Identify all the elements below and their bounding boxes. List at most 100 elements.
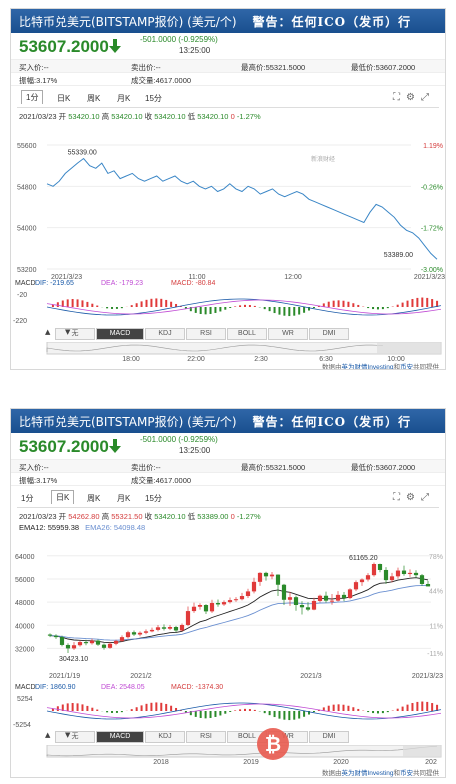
quote-title: 比特币兑美元(BITSTAMP报价) (美元/个)	[19, 14, 237, 29]
y-tick-label: 53200	[17, 267, 37, 274]
macd-bar	[135, 303, 138, 307]
tab-weekly[interactable]: 周K	[87, 493, 100, 504]
tab-monthly[interactable]: 月K	[117, 93, 130, 104]
ema12-value: EMA12: 55959.38	[19, 523, 80, 532]
macd-bar	[288, 307, 291, 317]
macd-bar	[115, 307, 118, 309]
tab-weekly[interactable]: 周K	[87, 93, 100, 104]
warning-text: 警告：任何ICO（发币）行	[252, 414, 412, 429]
ohlc-open: 54262.80	[68, 512, 100, 521]
tab-15min[interactable]: 15分	[145, 493, 162, 504]
macd-bar	[401, 706, 404, 711]
macd-bar	[367, 307, 370, 309]
indicator-kdj[interactable]: KDJ	[145, 328, 185, 340]
candle-body	[119, 637, 125, 641]
candle-body	[425, 583, 431, 587]
indicator-无[interactable]: 无	[55, 731, 95, 743]
indicator-无[interactable]: 无	[55, 328, 95, 340]
macd-bar	[342, 704, 345, 711]
stats-table: 买入价:-- 卖出价:-- 最高价:55321.5000 最低价:53607.2…	[11, 460, 445, 486]
macd-bar	[288, 711, 291, 721]
min-annotation: 30423.10	[59, 656, 88, 663]
indicator-kdj[interactable]: KDJ	[145, 731, 185, 743]
settings-icon[interactable]: ⚙	[406, 92, 421, 103]
macd-bar	[386, 711, 389, 713]
macd-bar	[327, 705, 330, 711]
macd-bar	[312, 711, 315, 713]
price-row: 53607.2000 -501.0000 (-0.9259%) 13:25:00	[11, 433, 445, 460]
candle-body	[167, 627, 173, 629]
macd-value: MACD: -1374.30	[171, 684, 223, 691]
indicator-dmi[interactable]: DMI	[309, 328, 349, 340]
macd-bar	[352, 303, 355, 307]
navigator-time: 18:00	[122, 356, 140, 362]
indicator-macd[interactable]: MACD	[96, 731, 144, 743]
macd-bar	[248, 305, 251, 307]
macd-bar	[209, 711, 212, 718]
macd-bar	[426, 297, 429, 307]
macd-bar	[406, 704, 409, 711]
fullscreen-icon[interactable]: ⛶	[393, 92, 406, 103]
expand-icon[interactable]: ⤢	[421, 92, 435, 103]
pct-tick-label: 1.19%	[423, 143, 443, 150]
nav-down[interactable]: ▼	[65, 731, 70, 739]
macd-y-top: -20	[17, 292, 27, 299]
tab-15min[interactable]: 15分	[145, 93, 162, 104]
indicator-wr[interactable]: WR	[268, 328, 308, 340]
tab-1min[interactable]: 1分	[21, 493, 33, 504]
footer-suffix: 共同提供	[413, 770, 439, 777]
expand-icon[interactable]: ⤢	[421, 492, 435, 503]
indicator-rsi[interactable]: RSI	[186, 328, 226, 340]
max-annotation: 61165.20	[349, 555, 378, 562]
quote-panel-intraday: 比特币兑美元(BITSTAMP报价) (美元/个) 警告：任何ICO（发币）行 …	[10, 8, 446, 370]
tab-daily[interactable]: 日K	[57, 93, 70, 104]
y-tick-label: 56000	[15, 577, 35, 584]
navigator-bar[interactable]: 2018 2019 2020 202	[11, 745, 445, 765]
macd-bar	[421, 297, 424, 307]
macd-bar	[106, 307, 109, 309]
macd-bar	[170, 301, 173, 307]
pct-tick-label: -11%	[427, 651, 443, 658]
amplitude: 振幅:3.17%	[19, 476, 58, 485]
macd-bar	[199, 307, 202, 314]
navigator-bar[interactable]: 18:00 22:00 2:30 6:30 10:00	[11, 342, 445, 362]
ohlc-percent: -1.27%	[236, 512, 261, 521]
macd-bar	[234, 306, 237, 307]
indicator-boll[interactable]: BOLL	[227, 328, 267, 340]
footer-brand2-link[interactable]: 币安	[400, 364, 413, 369]
candle-body	[299, 605, 305, 608]
candle-body	[395, 570, 401, 577]
ohlc-high: 55321.50	[111, 512, 143, 521]
indicator-dmi[interactable]: DMI	[309, 731, 349, 743]
indicator-macd[interactable]: MACD	[96, 328, 144, 340]
nav-down[interactable]: ▼	[65, 328, 70, 336]
indicator-rsi[interactable]: RSI	[186, 731, 226, 743]
daily-candlestick-chart[interactable]: 64000 56000 48000 40000 32000 78% 44% 11% -11% 61…	[11, 546, 445, 680]
fullscreen-icon[interactable]: ⛶	[393, 492, 406, 503]
macd-bar	[376, 307, 379, 310]
macd-bar	[367, 711, 370, 713]
candle-body	[401, 570, 407, 575]
macd-bar	[214, 307, 217, 313]
tab-monthly[interactable]: 月K	[117, 493, 130, 504]
nav-play[interactable]: ▲	[45, 328, 50, 336]
footer-brand-link[interactable]: 英为财情Investing	[341, 770, 393, 777]
candle-body	[203, 605, 209, 612]
tab-1min[interactable]: 1分	[21, 90, 44, 104]
macd-bar	[219, 711, 222, 716]
toolbar-icons: ⛶⚙⤢	[393, 492, 435, 503]
settings-icon[interactable]: ⚙	[406, 492, 421, 503]
ohlc-low: 53420.10	[197, 112, 229, 121]
macd-bar	[421, 701, 424, 711]
nav-play[interactable]: ▲	[45, 731, 50, 739]
x-tick-label: 2021/1/19	[49, 673, 80, 680]
footer-brand2-link[interactable]: 币安	[400, 770, 413, 777]
ohlc-change: 0	[230, 512, 235, 521]
macd-bar	[372, 307, 375, 310]
footer-brand-link[interactable]: 英为财情Investing	[341, 364, 393, 369]
macd-bar	[71, 703, 74, 711]
sell-price: 卖出价:--	[131, 63, 161, 72]
candle-body	[413, 572, 419, 576]
tab-daily[interactable]: 日K	[51, 490, 75, 504]
navigator-window	[377, 342, 441, 354]
